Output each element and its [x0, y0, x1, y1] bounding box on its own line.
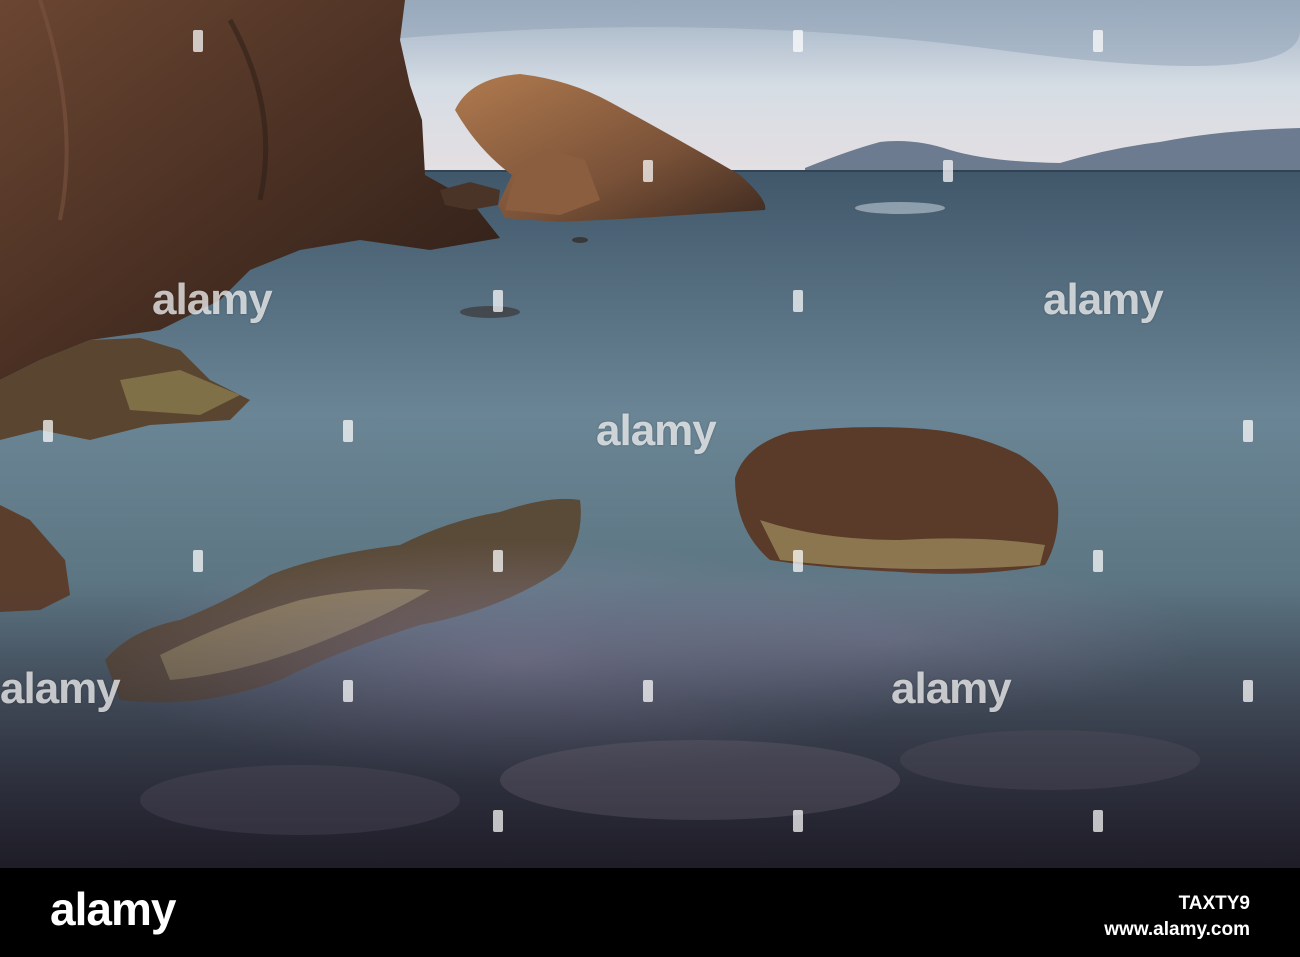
watermark-dot: [193, 550, 203, 572]
watermark-dot: [643, 680, 653, 702]
watermark-dot: [343, 680, 353, 702]
footer-bar: alamy TAXTY9 www.alamy.com: [0, 868, 1300, 957]
watermark-dot: [343, 420, 353, 442]
watermark-dot: [943, 160, 953, 182]
watermark-dot: [1243, 680, 1253, 702]
watermark-dot: [1093, 550, 1103, 572]
watermark-dot: [493, 810, 503, 832]
footer-url[interactable]: www.alamy.com: [1104, 920, 1250, 939]
watermark-dot: [1093, 30, 1103, 52]
watermark-dot: [1243, 420, 1253, 442]
seascape-photo: alamy alamy alamy alamy alamy: [0, 0, 1300, 868]
watermark-dot: [493, 550, 503, 572]
footer-logo: alamy: [50, 883, 176, 935]
watermark: alamy: [891, 664, 1012, 713]
watermark-dot: [793, 290, 803, 312]
watermark-dot: [793, 30, 803, 52]
watermark: alamy: [152, 275, 273, 324]
watermark-dot: [643, 160, 653, 182]
watermark: alamy: [1043, 275, 1164, 324]
watermark-dot: [1093, 810, 1103, 832]
wave-foam: [855, 202, 945, 214]
watermark: alamy: [0, 664, 121, 713]
image-id: TAXTY9: [1178, 893, 1250, 914]
watermark-dot: [793, 550, 803, 572]
watermark-dot: [493, 290, 503, 312]
watermark-dot: [793, 810, 803, 832]
image-frame: alamy alamy alamy alamy alamy alamy TAXT…: [0, 0, 1300, 957]
watermark-dot: [193, 30, 203, 52]
watermark-dot: [43, 420, 53, 442]
watermark: alamy: [596, 406, 717, 455]
